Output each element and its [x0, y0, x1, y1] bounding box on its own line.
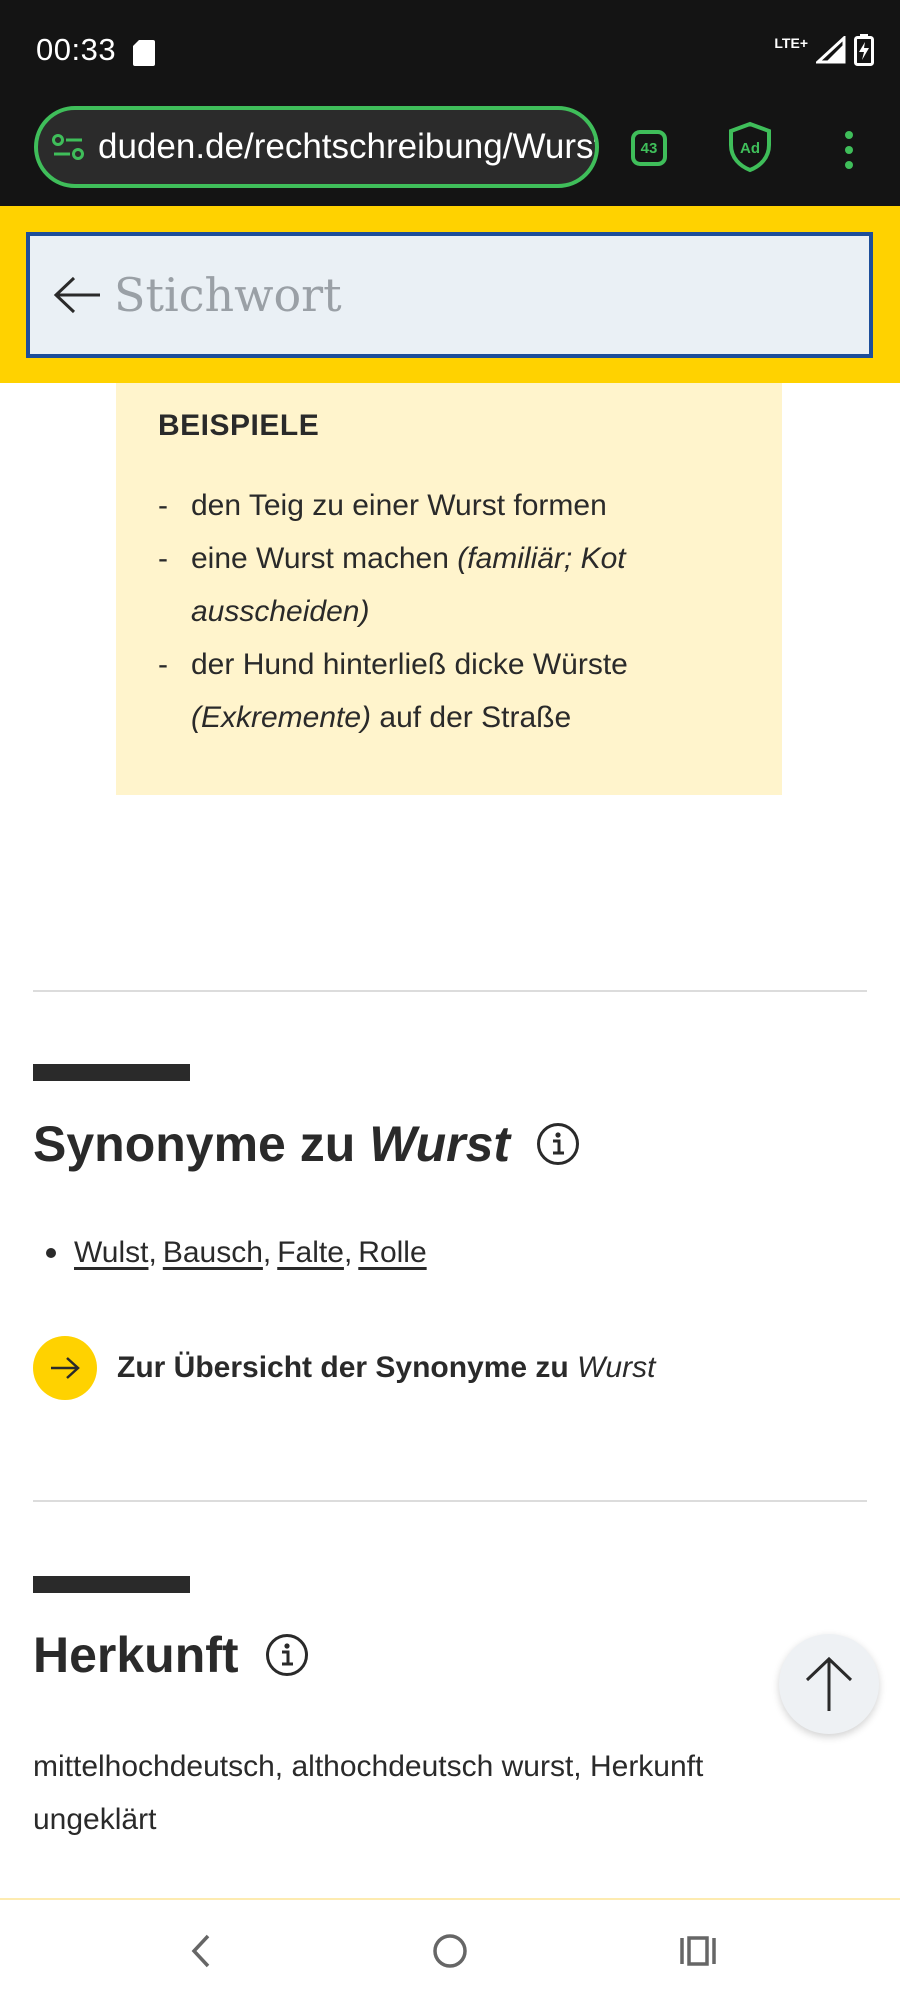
adblock-shield-icon[interactable]: Ad	[727, 121, 773, 173]
overview-link-label[interactable]: Zur Übersicht der Synonyme zu	[117, 1351, 569, 1384]
overview-link-text[interactable]: Zur Übersicht der Synonyme zu Wurst	[117, 1351, 655, 1385]
beispiel-note: (Exkremente)	[191, 701, 372, 734]
separator: ,	[262, 1236, 272, 1269]
beispiele-list: den Teig zu einer Wurst formen eine Wurs…	[158, 479, 740, 744]
info-icon[interactable]	[265, 1633, 309, 1677]
beispiel-item: eine Wurst machen (familiär; Kot aussche…	[158, 532, 740, 638]
bullet-dot	[46, 1248, 56, 1258]
beispiel-text: eine Wurst machen	[191, 542, 458, 575]
scroll-top-icon[interactable]	[804, 1655, 854, 1713]
info-icon[interactable]	[536, 1122, 580, 1166]
network-type: LTE+	[774, 35, 808, 51]
synonyme-heading-text: Synonyme zu	[33, 1116, 356, 1172]
overview-link-word[interactable]: Wurst	[577, 1351, 655, 1384]
synonyme-overview-link[interactable]: Zur Übersicht der Synonyme zu Wurst	[33, 1336, 655, 1400]
section-marker	[33, 1576, 190, 1593]
nav-recents-icon[interactable]	[673, 1926, 723, 1976]
herkunft-text: mittelhochdeutsch, althochdeutsch wurst,…	[33, 1750, 704, 1836]
menu-dots-icon[interactable]	[841, 130, 857, 170]
section-divider	[33, 1500, 867, 1502]
site-settings-icon[interactable]	[52, 134, 84, 160]
nav-home-icon[interactable]	[425, 1926, 475, 1976]
section-divider	[33, 990, 867, 992]
beispiel-item: der Hund hinterließ dicke Würste (Exkrem…	[158, 638, 740, 744]
synonym-link-falte[interactable]: Falte	[277, 1236, 344, 1270]
beispiel-text: der Hund hinterließ dicke Würste	[191, 648, 628, 681]
separator: ,	[148, 1236, 157, 1269]
beispiel-text-after: auf der Straße	[371, 701, 572, 734]
address-bar[interactable]: duden.de/rechtschreibung/Wurst	[34, 106, 599, 188]
synonym-list: Wulst, Bausch, Falte, Rolle	[46, 1236, 427, 1270]
status-icons: LTE+	[774, 32, 874, 68]
back-arrow-icon[interactable]	[52, 275, 104, 315]
status-time: 00:33	[36, 32, 117, 67]
browser-toolbar: duden.de/rechtschreibung/Wurst 43 Ad	[0, 104, 900, 206]
separator: ,	[343, 1236, 353, 1269]
nav-back-icon[interactable]	[176, 1926, 226, 1976]
arrow-right-icon[interactable]	[33, 1336, 97, 1400]
adblock-label: Ad	[740, 140, 760, 157]
beispiel-item: den Teig zu einer Wurst formen	[158, 479, 740, 532]
herkunft-heading: Herkunft	[33, 1626, 309, 1684]
url-text[interactable]: duden.de/rechtschreibung/Wurst	[98, 127, 595, 167]
status-bar: 00:33 LTE+	[0, 0, 900, 104]
synonyme-heading: Synonyme zu Wurst	[33, 1115, 580, 1173]
synonym-link-bausch[interactable]: Bausch	[163, 1236, 263, 1270]
system-nav-bar	[0, 1898, 900, 2000]
scroll-to-top-button[interactable]	[779, 1634, 879, 1734]
search-header	[0, 206, 900, 383]
beispiel-text: den Teig zu einer Wurst formen	[191, 489, 607, 522]
section-marker	[33, 1064, 190, 1081]
search-input[interactable]	[114, 268, 814, 322]
sd-card-icon	[133, 40, 155, 66]
synonym-link-rolle[interactable]: Rolle	[358, 1236, 426, 1270]
beispiele-box: BEISPIELE den Teig zu einer Wurst formen…	[116, 383, 782, 795]
herkunft-heading-text: Herkunft	[33, 1627, 239, 1683]
synonyme-heading-word: Wurst	[369, 1116, 511, 1172]
synonym-link-wulst[interactable]: Wulst	[74, 1236, 148, 1270]
search-box[interactable]	[26, 232, 873, 358]
signal-icon	[816, 36, 846, 64]
battery-charging-icon	[854, 34, 874, 66]
beispiele-title: BEISPIELE	[158, 409, 320, 442]
tab-count-button[interactable]: 43	[631, 130, 667, 166]
